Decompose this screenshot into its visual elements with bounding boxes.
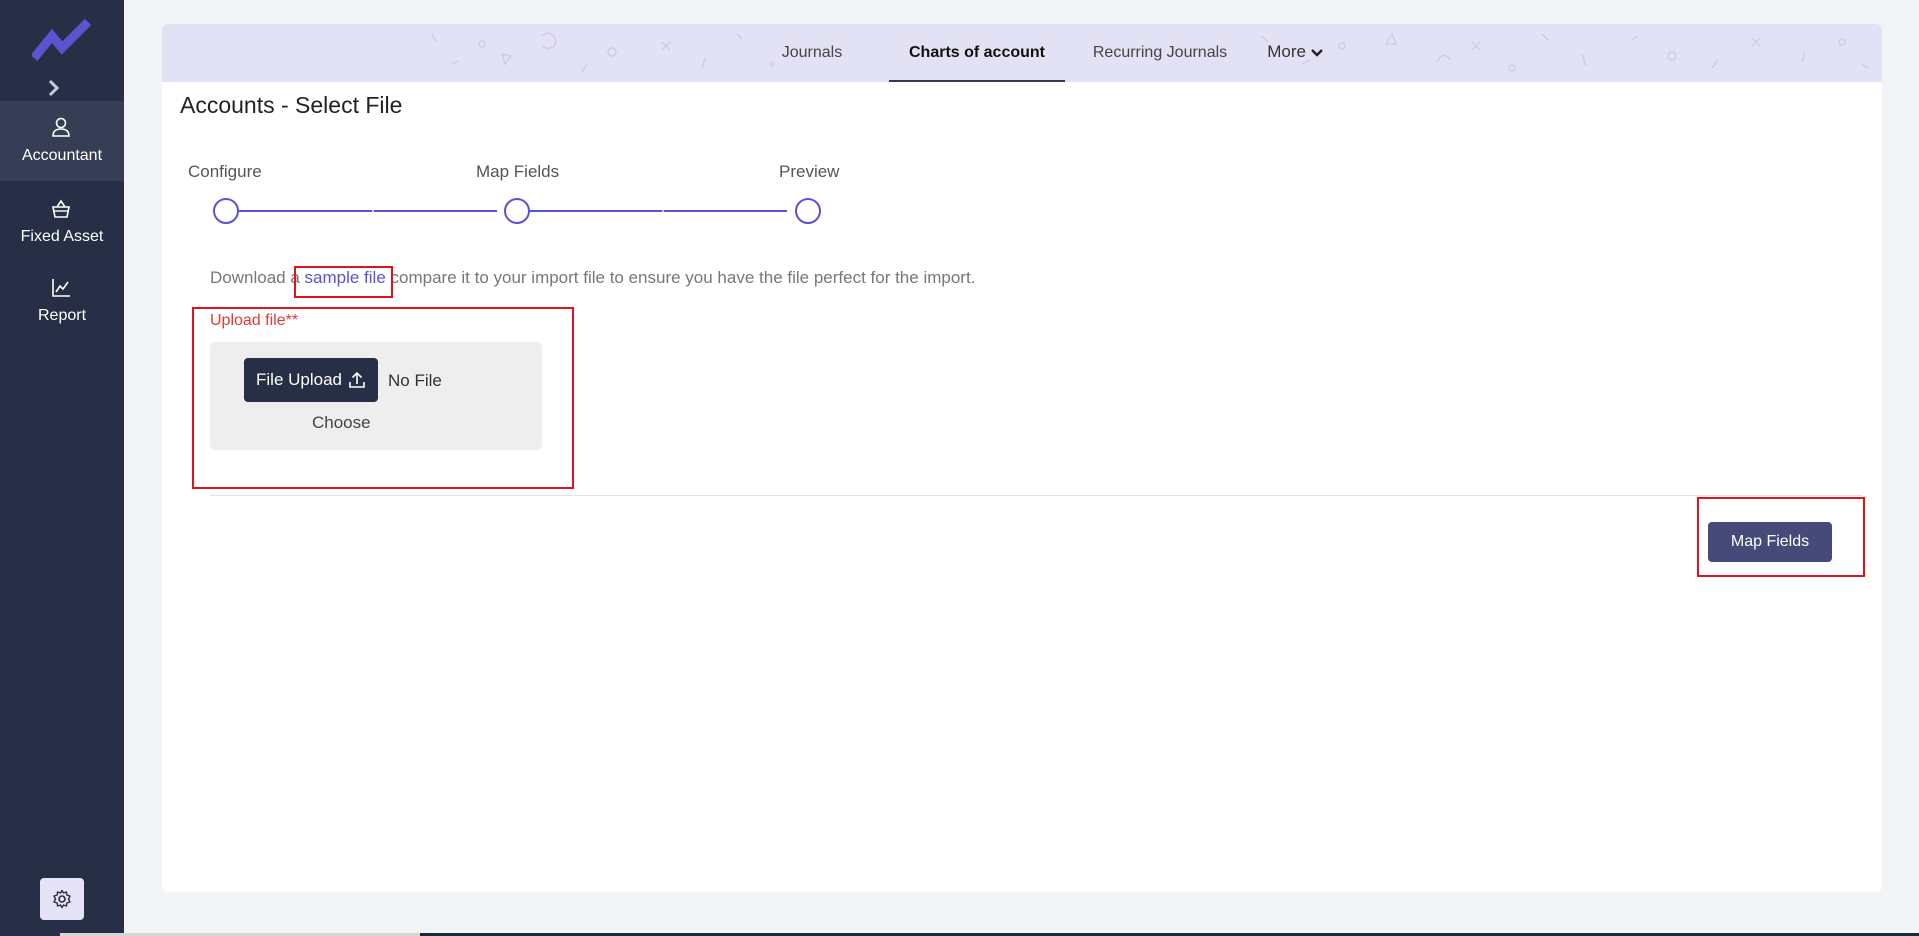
tab-charts-of-account[interactable]: Charts of account <box>889 24 1065 82</box>
chevron-right-icon[interactable] <box>44 78 64 98</box>
highlight-upload-file <box>192 307 574 489</box>
sidebar-item-label: Report <box>37 307 87 324</box>
progress-stepper <box>213 198 821 224</box>
gear-icon <box>53 889 71 909</box>
user-icon <box>52 117 70 137</box>
trend-logo-icon[interactable] <box>32 18 92 62</box>
more-label: More <box>1267 42 1306 61</box>
chart-icon <box>52 279 70 297</box>
divider <box>210 495 1862 496</box>
tab-journals[interactable]: Journals <box>752 24 872 82</box>
step-configure-marker <box>213 198 239 224</box>
step-label-preview: Preview <box>779 162 840 181</box>
page-title: Accounts - Select File <box>180 92 403 118</box>
sidebar-item-accountant[interactable]: Accountant <box>0 101 124 181</box>
main-content: Accounts - Select File Configure Map Fie… <box>162 82 1882 892</box>
chevron-down-icon <box>1310 48 1323 57</box>
basket-icon <box>52 199 70 218</box>
highlight-map-fields <box>1697 497 1865 577</box>
sidebar: Accountant Fixed Asset Report <box>0 0 124 936</box>
sidebar-item-report[interactable]: Report <box>0 263 124 343</box>
info-suffix: compare it to your import file to ensure… <box>385 268 976 287</box>
top-navigation: Journals Charts of account Recurring Jou… <box>162 24 1882 82</box>
step-map-fields-marker <box>504 198 530 224</box>
sidebar-item-label: Accountant <box>21 147 103 164</box>
step-preview-marker <box>795 198 821 224</box>
tab-recurring-journals[interactable]: Recurring Journals <box>1080 24 1240 82</box>
sidebar-item-fixed-asset[interactable]: Fixed Asset <box>0 183 124 263</box>
highlight-sample-file <box>294 266 393 298</box>
info-prefix: Download a <box>210 268 305 287</box>
settings-button[interactable] <box>40 878 84 920</box>
step-label-configure: Configure <box>188 162 262 181</box>
sidebar-item-label: Fixed Asset <box>20 228 104 245</box>
step-label-map-fields: Map Fields <box>476 162 560 181</box>
more-dropdown[interactable]: More <box>1260 24 1330 82</box>
